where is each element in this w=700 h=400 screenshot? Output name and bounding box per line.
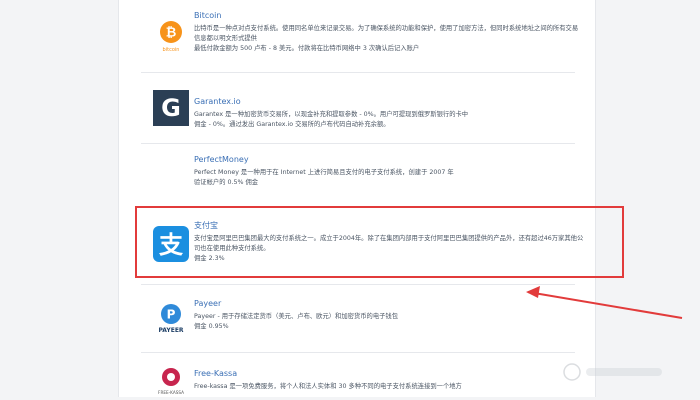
divider <box>141 72 575 73</box>
payment-item-freekassa[interactable]: FREE-KASSA Free-Kassa Free-kassa 是一项免费服务… <box>119 358 595 397</box>
garantex-logo-icon: G <box>153 90 189 126</box>
payment-fee: 佣金 - 0%。通过发出 Garantex.io 交易所的卢布代码自动补充余额。 <box>194 121 390 128</box>
payment-fee: 验证帐户的 0.5% 佣金 <box>194 179 259 186</box>
svg-text:bitcoin: bitcoin <box>163 47 180 53</box>
payment-item-bitcoin[interactable]: ₿ bitcoin Bitcoin 比特币是一种点对点支付系统。使用同名单位来记… <box>119 6 595 70</box>
perfectmoney-logo-icon <box>153 158 189 194</box>
payment-title[interactable]: Bitcoin <box>194 10 584 21</box>
payment-description: Perfect Money 是一种用于在 Internet 上进行简易且支付的电… <box>194 169 454 176</box>
payment-title[interactable]: PerfectMoney <box>194 154 584 165</box>
divider <box>141 143 575 144</box>
freekassa-logo-icon: FREE-KASSA <box>153 364 189 400</box>
payment-description: 比特币是一种点对点支付系统。使用同名单位来记录交易。为了确保系统的功能和保护，使… <box>194 25 579 42</box>
svg-text:G: G <box>161 94 181 122</box>
payment-item-perfectmoney[interactable]: PerfectMoney Perfect Money 是一种用于在 Intern… <box>119 148 595 204</box>
payment-description: Garantex 是一种加密货币交易所，以现金补充和提取参数 - 0%。用户可提… <box>194 111 469 118</box>
payment-title[interactable]: Garantex.io <box>194 96 584 107</box>
bitcoin-logo-icon: ₿ bitcoin <box>153 18 189 54</box>
payeer-logo-icon: P PAYEER <box>153 300 189 336</box>
svg-text:PAYEER: PAYEER <box>158 327 183 334</box>
svg-text:P: P <box>167 308 176 322</box>
payment-fee: 最低付款金额为 500 卢布 - 8 美元。付款将在比特币网络中 3 次确认后记… <box>194 45 420 52</box>
divider <box>141 352 575 353</box>
payment-methods-panel: ₿ bitcoin Bitcoin 比特币是一种点对点支付系统。使用同名单位来记… <box>118 0 596 397</box>
svg-text:₿: ₿ <box>166 26 177 41</box>
red-arrow-icon <box>526 286 683 319</box>
highlight-box <box>135 206 624 278</box>
watermark-logo-icon <box>563 363 662 381</box>
payment-title[interactable]: Free-Kassa <box>194 368 584 379</box>
divider <box>141 284 575 285</box>
payment-item-garantex[interactable]: G Garantex.io Garantex 是一种加密货币交易所，以现金补充和… <box>119 78 595 142</box>
payment-description: Free-kassa 是一项免费服务，将个人和法人实体和 30 多种不同的电子支… <box>194 383 462 390</box>
svg-text:FREE-KASSA: FREE-KASSA <box>158 390 184 395</box>
